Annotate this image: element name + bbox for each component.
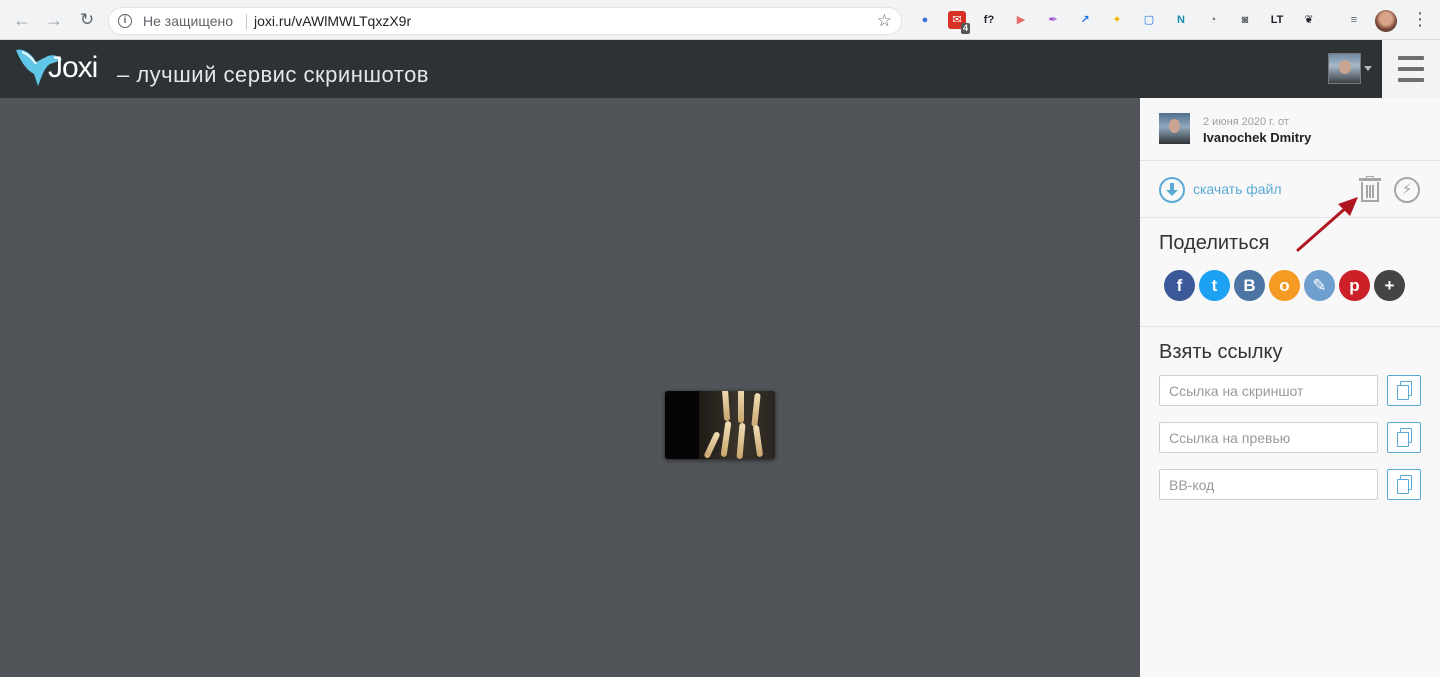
odnoklassniki-share-button[interactable]: о	[1269, 270, 1300, 301]
copy-bb-code-button[interactable]	[1387, 469, 1421, 500]
xray-hand-image	[699, 391, 775, 459]
n-bracket-icon[interactable]: N	[1172, 11, 1190, 29]
copy-icon-front	[1397, 432, 1409, 447]
menu-line	[1398, 56, 1424, 60]
twitter-share-button[interactable]: t	[1199, 270, 1230, 301]
color-wheel-icon[interactable]: ●	[916, 11, 934, 29]
site-header: Joxi – лучший сервис скриншотов	[0, 40, 1440, 98]
author-name[interactable]: Ivanochek Dmitry	[1203, 130, 1311, 145]
back-arrow-icon[interactable]: ←	[12, 10, 32, 30]
not-secure-label: Не защищено	[143, 13, 233, 29]
browser-toolbar: ← → ↻ i Не защищено joxi.ru/vAWlMWLTqxzX…	[0, 0, 1440, 40]
xray-bone	[752, 424, 764, 458]
browser-profile-avatar[interactable]	[1375, 10, 1397, 32]
caret-down-icon[interactable]	[1364, 66, 1372, 71]
mail-icon[interactable]: ✉ 4	[948, 11, 970, 34]
site-tagline: – лучший сервис скриншотов	[117, 62, 429, 87]
xray-bone	[738, 391, 744, 423]
crop-icon[interactable]: ▢	[1140, 11, 1158, 29]
menu-line	[1398, 78, 1424, 82]
hamburger-menu-button[interactable]	[1382, 40, 1440, 98]
camera-icon[interactable]: ◙	[1236, 11, 1254, 29]
xray-bone	[721, 391, 731, 422]
xray-bone	[736, 422, 746, 459]
facebook-share-button[interactable]: f	[1164, 270, 1195, 301]
preview-link-field[interactable]	[1159, 422, 1378, 453]
speedometer-icon[interactable]: ◔	[1204, 11, 1222, 29]
upload-date: 2 июня 2020 г. от	[1203, 116, 1289, 128]
playlist-icon[interactable]: ≡	[1345, 11, 1363, 29]
divider	[1140, 326, 1440, 327]
annotation-arrow	[1296, 197, 1358, 252]
flame-icon[interactable]: ✦	[1108, 11, 1126, 29]
author-avatar[interactable]	[1159, 113, 1190, 144]
menu-line	[1398, 67, 1424, 71]
image-dark-area	[665, 391, 699, 459]
lt-icon[interactable]: LT	[1268, 11, 1286, 29]
copy-icon-front	[1397, 479, 1409, 494]
trash-lid	[1359, 178, 1381, 181]
download-icon[interactable]	[1159, 177, 1185, 203]
info-icon[interactable]: i	[118, 14, 132, 28]
copy-preview-link-button[interactable]	[1387, 422, 1421, 453]
logo-text[interactable]: Joxi	[48, 51, 98, 85]
address-separator	[246, 14, 247, 30]
play-icon[interactable]: ▶	[1012, 11, 1030, 29]
address-bar[interactable]: i Не защищено joxi.ru/vAWlMWLTqxzX9r ☆	[108, 7, 902, 35]
screenshot-link-field[interactable]	[1159, 375, 1378, 406]
arrow-square-icon[interactable]: ↗	[1076, 11, 1094, 29]
xray-bone	[720, 420, 732, 458]
copy-icon-front	[1397, 385, 1409, 400]
vk-share-button[interactable]: B	[1234, 270, 1265, 301]
pinterest-share-button[interactable]: p	[1339, 270, 1370, 301]
download-file-link[interactable]: скачать файл	[1193, 181, 1282, 197]
more-share-button[interactable]: +	[1374, 270, 1405, 301]
screenshot-viewer	[0, 98, 1140, 677]
file-sidebar: 2 июня 2020 г. от Ivanochek Dmitry скача…	[1140, 98, 1440, 677]
xray-bone	[751, 392, 761, 428]
feather-icon[interactable]: ✒	[1044, 11, 1062, 29]
bb-code-field[interactable]	[1159, 469, 1378, 500]
browser-menu-icon[interactable]: ⋮	[1411, 9, 1429, 29]
header-user-avatar[interactable]	[1328, 53, 1361, 84]
reload-icon[interactable]: ↻	[77, 10, 97, 30]
url-text[interactable]: joxi.ru/vAWlMWLTqxzX9r	[254, 13, 411, 29]
font-icon[interactable]: f?	[980, 11, 998, 29]
leaf-icon[interactable]: ❦	[1300, 11, 1318, 29]
copy-screenshot-link-button[interactable]	[1387, 375, 1421, 406]
screenshot-image[interactable]	[665, 391, 775, 459]
bookmark-star-icon[interactable]: ☆	[877, 11, 892, 31]
forward-arrow-icon[interactable]: →	[44, 10, 64, 30]
xray-bone	[703, 431, 721, 459]
author-info: 2 июня 2020 г. от Ivanochek Dmitry	[1140, 98, 1440, 161]
lightning-icon[interactable]: ⚡	[1394, 177, 1420, 203]
share-title: Поделиться	[1159, 232, 1270, 254]
get-link-title: Взять ссылку	[1159, 341, 1283, 363]
trash-bar	[1372, 185, 1374, 198]
extension-badge: 4	[960, 23, 970, 34]
livejournal-share-button[interactable]: ✎	[1304, 270, 1335, 301]
